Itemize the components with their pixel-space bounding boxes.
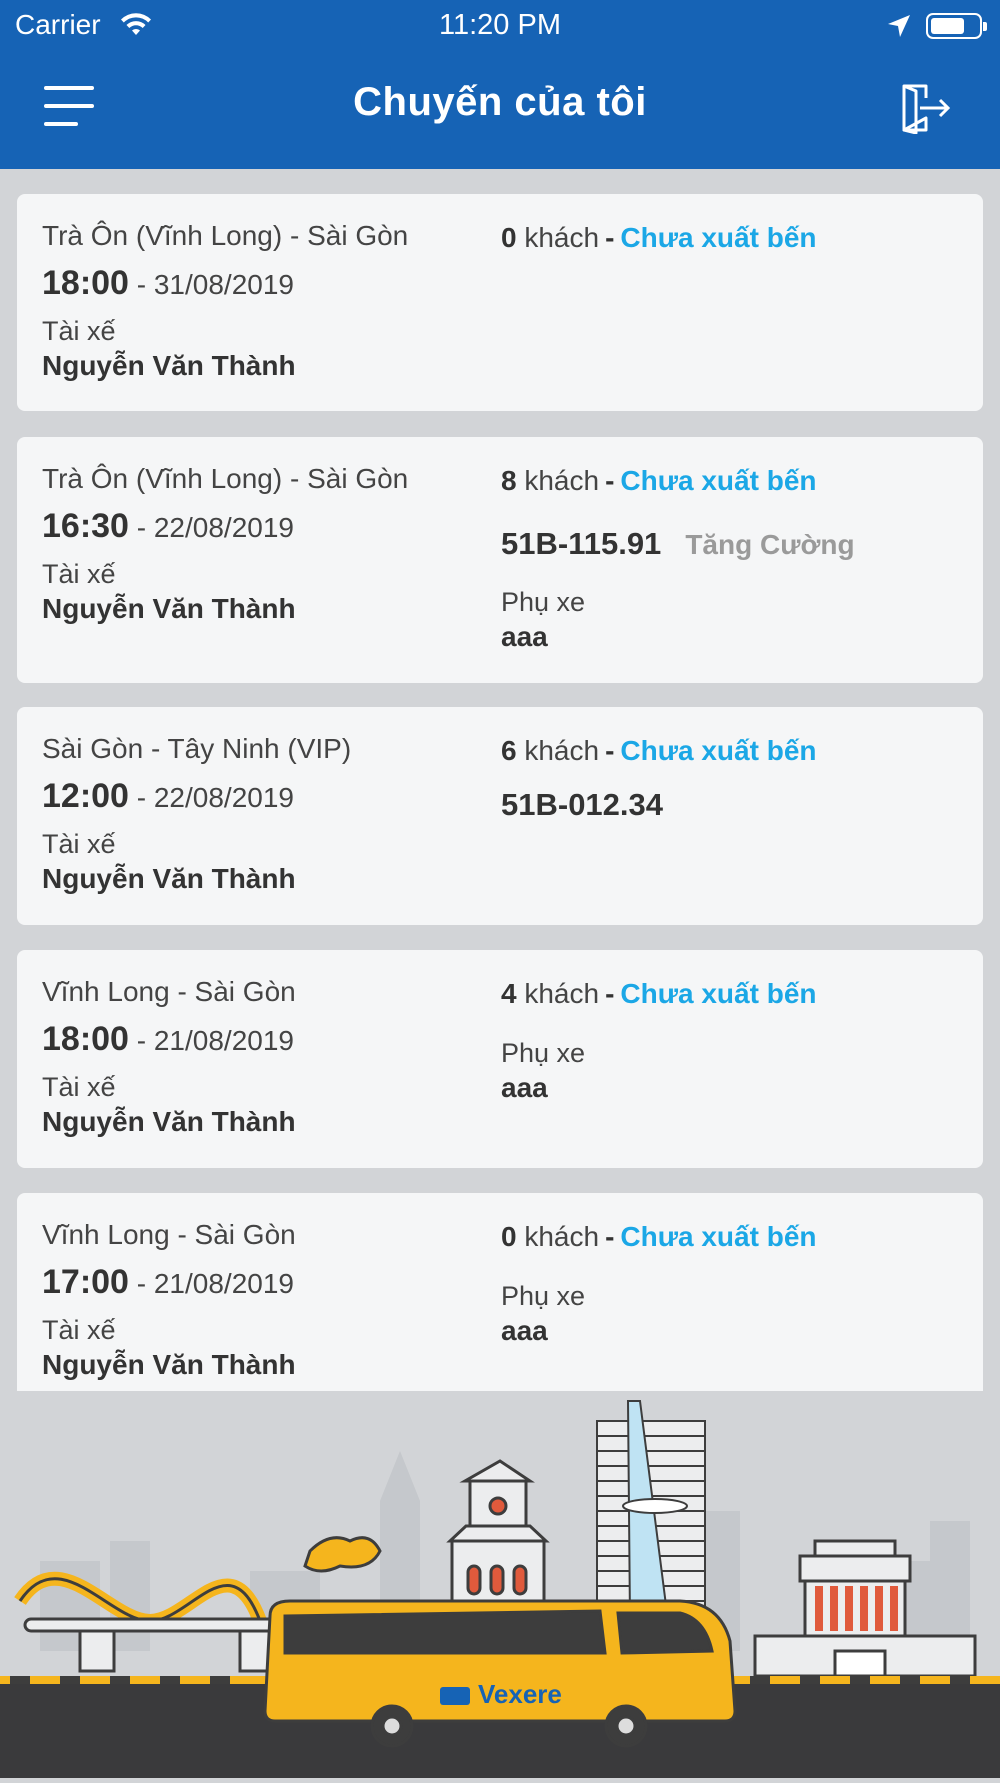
trip-card[interactable]: Vĩnh Long - Sài Gòn 17:00 - 21/08/2019 T… xyxy=(17,1193,983,1391)
passenger-status: 0 khách - Chưa xuất bến xyxy=(501,222,817,253)
trip-date: 22/08/2019 xyxy=(153,512,294,543)
assistant-label: Phụ xe xyxy=(501,587,586,617)
driver-label: Tài xế xyxy=(42,1315,116,1345)
trip-date: 31/08/2019 xyxy=(153,269,294,300)
trip-status: Chưa xuất bến xyxy=(620,735,817,766)
extra-trip-tag: Tăng Cường xyxy=(685,529,855,560)
trip-status: Chưa xuất bến xyxy=(620,1221,817,1252)
driver-name: Nguyễn Văn Thành xyxy=(42,1349,296,1380)
trip-route: Vĩnh Long - Sài Gòn xyxy=(42,976,296,1007)
logout-icon[interactable] xyxy=(898,82,952,135)
driver-label: Tài xế xyxy=(42,559,116,589)
nav-bar: Chuyến của tôi xyxy=(0,52,1000,169)
app-header: Carrier 11:20 PM Chuyến của tôi xyxy=(0,0,1000,169)
trip-route: Trà Ôn (Vĩnh Long) - Sài Gòn xyxy=(42,220,409,251)
status-bar: Carrier 11:20 PM xyxy=(0,0,1000,52)
passenger-count: 0 xyxy=(501,1221,517,1252)
trip-card[interactable]: Trà Ôn (Vĩnh Long) - Sài Gòn 18:00 - 31/… xyxy=(17,194,983,411)
trip-time: 12:00 xyxy=(42,777,129,815)
passenger-count: 6 xyxy=(501,735,517,766)
passenger-unit: khách xyxy=(524,222,600,253)
location-arrow-icon xyxy=(886,13,912,46)
passenger-unit: khách xyxy=(524,978,600,1009)
trip-card[interactable]: Trà Ôn (Vĩnh Long) - Sài Gòn 16:30 - 22/… xyxy=(17,437,983,683)
trip-status: Chưa xuất bến xyxy=(620,978,817,1009)
vehicle-plate-row: 51B-012.34 xyxy=(501,787,663,823)
skyscraper xyxy=(596,1400,706,1622)
trip-time: 17:00 xyxy=(42,1263,129,1301)
vehicle-plate-row: 51B-115.91 Tăng Cường xyxy=(501,526,855,562)
trip-route: Trà Ôn (Vĩnh Long) - Sài Gòn xyxy=(42,463,409,494)
passenger-count: 8 xyxy=(501,465,517,496)
battery-icon xyxy=(926,13,987,39)
trip-datetime: 18:00 - 21/08/2019 xyxy=(42,1020,294,1058)
passenger-status: 4 khách - Chưa xuất bến xyxy=(501,978,817,1009)
status-time: 11:20 PM xyxy=(439,9,561,41)
page-title: Chuyến của tôi xyxy=(353,80,647,124)
passenger-count: 4 xyxy=(501,978,517,1009)
passenger-unit: khách xyxy=(524,735,600,766)
trip-time: 18:00 xyxy=(42,264,129,302)
passenger-status: 0 khách - Chưa xuất bến xyxy=(501,1221,817,1252)
driver-label: Tài xế xyxy=(42,1072,116,1102)
trip-datetime: 12:00 - 22/08/2019 xyxy=(42,777,294,815)
driver-name: Nguyễn Văn Thành xyxy=(42,593,296,624)
trip-date: 21/08/2019 xyxy=(153,1268,294,1299)
trip-card[interactable]: Vĩnh Long - Sài Gòn 18:00 - 21/08/2019 T… xyxy=(17,950,983,1168)
vehicle-plate: 51B-012.34 xyxy=(501,787,664,822)
trip-time: 18:00 xyxy=(42,1020,129,1058)
trip-datetime: 16:30 - 22/08/2019 xyxy=(42,507,294,545)
driver-label: Tài xế xyxy=(42,829,116,859)
city-bus-illustration: Vexere xyxy=(0,1391,1000,1778)
trip-list[interactable]: Trà Ôn (Vĩnh Long) - Sài Gòn 18:00 - 31/… xyxy=(0,169,1000,1391)
brand-logo: Vexere xyxy=(478,1679,562,1709)
driver-name: Nguyễn Văn Thành xyxy=(42,350,296,381)
trip-card[interactable]: Sài Gòn - Tây Ninh (VIP) 12:00 - 22/08/2… xyxy=(17,707,983,925)
assistant-name: aaa xyxy=(501,621,548,652)
assistant-label: Phụ xe xyxy=(501,1038,586,1068)
assistant-label: Phụ xe xyxy=(501,1281,586,1311)
passenger-status: 8 khách - Chưa xuất bến xyxy=(501,465,817,496)
passenger-status: 6 khách - Chưa xuất bến xyxy=(501,735,817,766)
trip-date: 21/08/2019 xyxy=(153,1025,294,1056)
trip-date: 22/08/2019 xyxy=(153,782,294,813)
trip-datetime: 18:00 - 31/08/2019 xyxy=(42,264,294,302)
pagoda xyxy=(446,1459,550,1623)
passenger-unit: khách xyxy=(524,465,600,496)
vehicle-plate: 51B-115.91 xyxy=(501,526,662,561)
trip-status: Chưa xuất bến xyxy=(620,465,817,496)
driver-name: Nguyễn Văn Thành xyxy=(42,863,296,894)
passenger-count: 0 xyxy=(501,222,517,253)
driver-label: Tài xế xyxy=(42,316,116,346)
trip-datetime: 17:00 - 21/08/2019 xyxy=(42,1263,294,1301)
trip-time: 16:30 xyxy=(42,507,129,545)
passenger-unit: khách xyxy=(524,1221,600,1252)
assistant-name: aaa xyxy=(501,1072,548,1103)
trip-status: Chưa xuất bến xyxy=(620,222,817,253)
assistant-name: aaa xyxy=(501,1315,548,1346)
trip-route: Vĩnh Long - Sài Gòn xyxy=(42,1219,296,1250)
trip-route: Sài Gòn - Tây Ninh (VIP) xyxy=(42,733,352,764)
driver-name: Nguyễn Văn Thành xyxy=(42,1106,296,1137)
